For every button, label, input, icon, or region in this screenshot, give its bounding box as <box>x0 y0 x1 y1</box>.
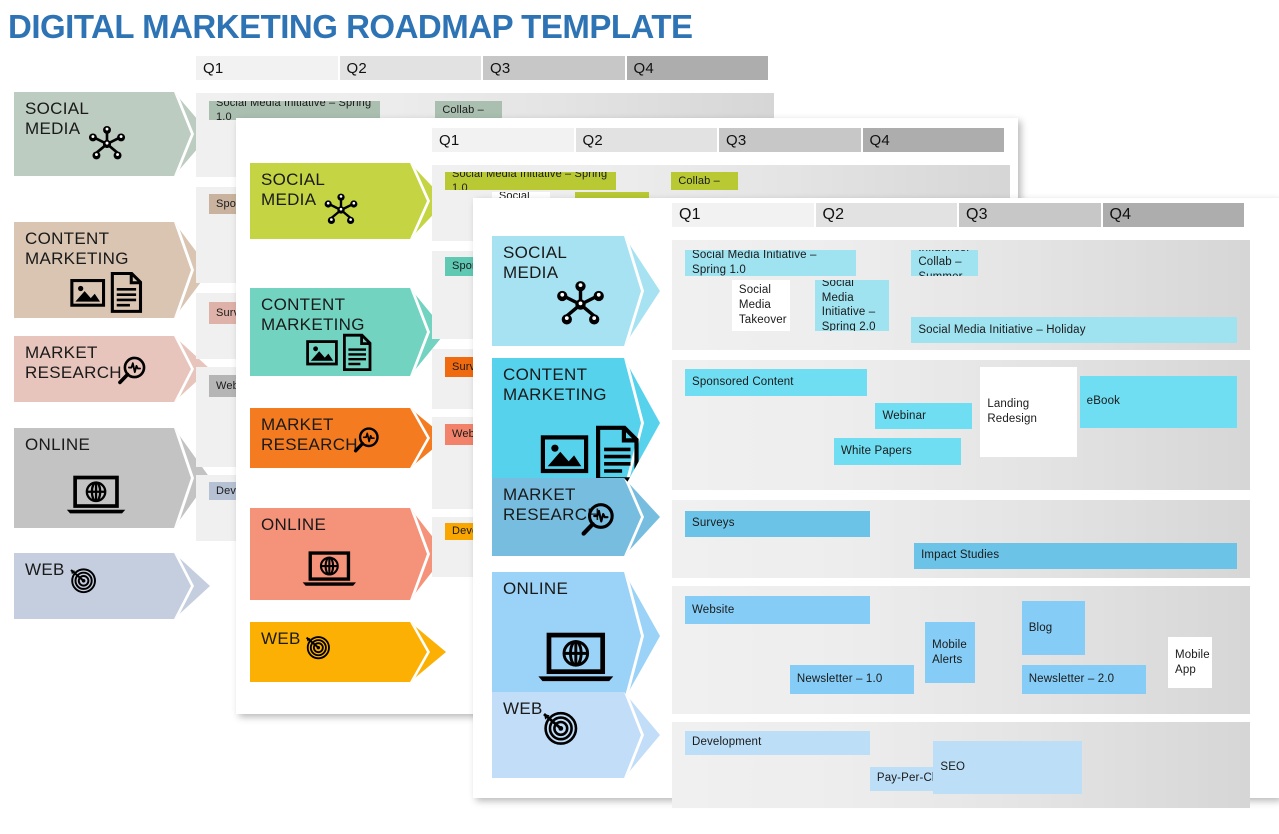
image-document-icon <box>539 423 644 483</box>
timeline-bar[interactable]: Social Media Initiative – Holiday <box>911 317 1237 343</box>
timeline-track-2: Sponsored Content Webinar White Papers Land… <box>672 360 1250 490</box>
timeline-bar[interactable]: eBook <box>1079 375 1237 428</box>
category-label-web[interactable]: WEB <box>492 692 660 778</box>
image-document-icon <box>305 332 375 372</box>
chevron-notch <box>624 692 660 778</box>
category-label-market-research[interactable]: MARKET RESEARCH <box>250 408 446 468</box>
category-label-social-media[interactable]: SOCIAL MEDIA <box>492 236 660 346</box>
quarter-header-q4: Q4 <box>626 56 768 80</box>
timeline-track-1: Social Media Initiative – Spring 1.0 Soci… <box>672 240 1250 350</box>
chevron-notch <box>410 622 446 682</box>
laptop-globe-icon <box>65 472 127 518</box>
category-label-content-marketing[interactable]: CONTENT MARKETING <box>14 222 210 318</box>
timeline-bar[interactable]: Landing Redesign <box>980 367 1077 457</box>
category-label-text: MARKET RESEARCH <box>261 415 358 454</box>
quarter-header-q3: Q3 <box>483 56 625 80</box>
quarter-header-q2: Q2 <box>339 56 481 80</box>
category-label-text: SOCIAL MEDIA <box>261 170 326 209</box>
category-label-online[interactable]: ONLINE <box>14 428 210 528</box>
timeline-bar[interactable]: SEO <box>933 740 1083 795</box>
quarter-header-row: Q1 Q2 Q3 Q4 <box>432 128 1006 152</box>
timeline-bar[interactable]: Development <box>685 730 870 755</box>
timeline-bar[interactable]: Social Media Takeover <box>731 279 790 332</box>
category-label-social-media[interactable]: SOCIAL MEDIA <box>14 92 210 176</box>
category-label-market-research[interactable]: MARKET RESEARCH <box>14 336 210 402</box>
timeline-bar[interactable]: Sponsored Content <box>685 369 868 397</box>
category-label-web[interactable]: WEB <box>250 622 446 682</box>
magnifier-pulse-icon <box>116 354 149 387</box>
timeline-bar[interactable]: Social Media Initiative – Spring 1.0 <box>445 171 617 190</box>
timeline-bar[interactable]: Blog <box>1021 601 1086 656</box>
quarter-header-row: Q1 Q2 Q3 Q4 <box>196 56 770 80</box>
timeline-bar[interactable]: Social Media Initiative – Spring 2.0 <box>814 279 890 332</box>
target-dart-icon <box>536 706 583 746</box>
chevron-notch <box>624 478 660 556</box>
magnifier-pulse-icon <box>352 425 382 455</box>
timeline-bar[interactable]: White Papers <box>834 438 961 466</box>
category-label-text: WEB <box>261 629 301 648</box>
timeline-bar[interactable]: Mobile App <box>1168 637 1213 689</box>
laptop-globe-icon <box>301 548 358 590</box>
category-label-social-media[interactable]: SOCIAL MEDIA <box>250 163 446 239</box>
category-label-text: WEB <box>25 560 65 579</box>
category-label-web[interactable]: WEB <box>14 553 210 619</box>
quarter-header-row: Q1 Q2 Q3 Q4 <box>672 203 1246 227</box>
timeline-bar[interactable]: Newsletter – 1.0 <box>789 665 915 694</box>
category-label-text: ONLINE <box>25 435 91 454</box>
timeline-bar[interactable]: Webinar <box>875 402 973 429</box>
quarter-header-q3: Q3 <box>719 128 861 152</box>
category-label-text: SOCIAL MEDIA <box>25 99 90 138</box>
target-dart-icon <box>65 564 100 594</box>
chevron-notch <box>624 236 660 346</box>
category-label-online[interactable]: ONLINE <box>250 508 446 600</box>
quarter-header-q1: Q1 <box>672 203 814 227</box>
timeline-track-5: DevelopmentPay-Per-ClickSEO <box>672 722 1250 808</box>
category-label-text: CONTENT MARKETING <box>25 229 129 268</box>
front-card[interactable]: Q1 Q2 Q3 Q4 SOCIAL MEDIA Social Media Initia… <box>473 198 1279 808</box>
quarter-header-q2: Q2 <box>815 203 957 227</box>
quarter-header-q4: Q4 <box>1102 203 1244 227</box>
timeline-bar[interactable]: Influencer Collab – Summer <box>911 249 978 276</box>
category-label-text: ONLINE <box>261 515 327 534</box>
quarter-header-q1: Q1 <box>432 128 574 152</box>
timeline-bar[interactable]: Website <box>685 596 870 625</box>
image-document-icon <box>69 270 146 314</box>
timeline-bar[interactable]: Surveys <box>685 510 870 537</box>
quarter-header-q2: Q2 <box>575 128 717 152</box>
timeline-bar[interactable]: Influencer Collab – Summer <box>671 171 738 190</box>
timeline-bar[interactable]: Newsletter – 2.0 <box>1021 665 1146 694</box>
category-label-content-marketing[interactable]: CONTENT MARKETING <box>250 288 446 376</box>
network-nodes-icon <box>321 190 361 230</box>
category-label-market-research[interactable]: MARKET RESEARCH <box>492 478 660 556</box>
timeline-bar[interactable]: Mobile Alerts <box>925 621 975 684</box>
quarter-header-q3: Q3 <box>959 203 1101 227</box>
network-nodes-icon <box>85 122 129 166</box>
quarter-header-q1: Q1 <box>196 56 338 80</box>
category-label-online[interactable]: ONLINE <box>492 572 660 700</box>
timeline-bar[interactable]: Social Media Initiative – Spring 1.0 <box>685 249 857 276</box>
category-label-text: CONTENT MARKETING <box>503 365 607 404</box>
roadmap-canvas: DIGITAL MARKETING ROADMAP TEMPLATE Q1 Q2 Q… <box>0 0 1279 834</box>
quarter-header-q4: Q4 <box>862 128 1004 152</box>
category-label-text: MARKET RESEARCH <box>25 343 122 382</box>
target-dart-icon <box>301 632 334 660</box>
chevron-notch <box>174 553 210 619</box>
magnifier-pulse-icon <box>579 500 618 539</box>
timeline-track-4: Website Newsletter – 1.0 Mobile Alerts Blog… <box>672 586 1250 714</box>
laptop-globe-icon <box>536 628 616 687</box>
timeline-track-3: Surveys Impact Studies <box>672 500 1250 578</box>
network-nodes-icon <box>552 276 609 333</box>
category-label-text: CONTENT MARKETING <box>261 295 365 334</box>
chevron-notch <box>624 572 660 700</box>
category-label-content-marketing[interactable]: CONTENT MARKETING <box>492 358 660 488</box>
timeline-bar[interactable]: Impact Studies <box>914 542 1237 569</box>
category-label-text: ONLINE <box>503 579 569 598</box>
